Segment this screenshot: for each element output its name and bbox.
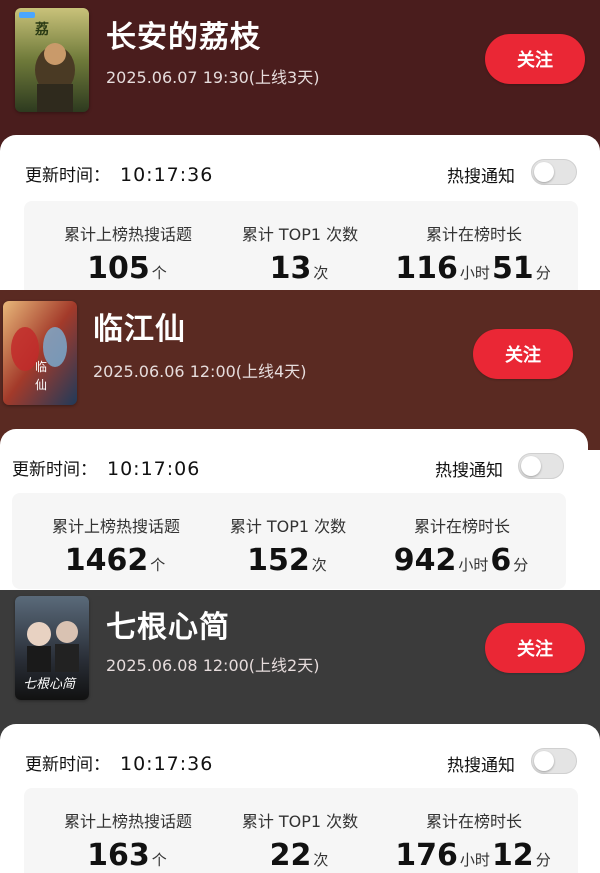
stat-topics: 累计上榜热搜话题 105 个 [38,201,218,286]
update-label: 更新时间： [25,755,110,775]
stat-label: 累计在榜时长 [425,225,522,244]
hot-search-notify-label: 热搜通知 [435,461,503,481]
poster-image[interactable]: 荔 [15,8,89,112]
update-time: 更新时间： 10:17:06 [12,455,200,480]
stats-box: 累计上榜热搜话题 105 个 累计 TOP1 次数 13 次 累计在榜时长 116 小… [24,201,578,290]
card-header: 临 仙 临江仙 2025.06.06 12:00(上线4天) 关注 [0,290,600,450]
toggle-knob [521,456,541,476]
toggle-knob [534,162,554,182]
stat-minutes-unit: 分 [513,556,529,574]
stats-box: 累计上榜热搜话题 1462 个 累计 TOP1 次数 152 次 累计在榜时长 94… [12,493,566,589]
follow-button[interactable]: 关注 [485,623,585,673]
stat-label: 累计上榜热搜话题 [63,225,192,244]
poster-art: 临 仙 [3,301,77,405]
follow-button[interactable]: 关注 [473,329,573,379]
update-time: 更新时间： 10:17:36 [25,161,213,186]
toggle-knob [534,751,554,771]
stat-label: 累计 TOP1 次数 [241,812,359,831]
stat-minutes-unit: 分 [535,851,551,869]
poster-image[interactable]: 七根心简 [15,596,89,700]
stat-hours: 942 [393,543,457,578]
stat-unit: 次 [311,556,327,574]
poster-art: 七根心简 [15,596,89,700]
stat-value: 13 [269,251,312,286]
stat-hours-unit: 小时 [459,851,490,869]
stat-top1: 累计 TOP1 次数 13 次 [210,201,390,286]
stats-box: 累计上榜热搜话题 163 个 累计 TOP1 次数 22 次 累计在榜时长 176 小… [24,788,578,873]
stat-value: 152 [247,543,310,578]
hot-search-notify-toggle[interactable] [531,748,577,774]
stat-minutes: 12 [491,838,534,873]
release-date: 2025.06.07 19:30(上线3天) [106,68,320,87]
update-label: 更新时间： [12,460,97,480]
drama-title: 长安的荔枝 [106,20,261,55]
drama-card-2: 临 仙 临江仙 2025.06.06 12:00(上线4天) 关注 更新时间： 1… [0,290,600,590]
stat-label: 累计上榜热搜话题 [51,517,180,536]
hot-search-notify-label: 热搜通知 [447,756,515,776]
poster-image[interactable]: 临 仙 [3,301,77,405]
follow-button[interactable]: 关注 [485,34,585,84]
stat-label: 累计在榜时长 [425,812,522,831]
stat-hours-unit: 小时 [458,556,489,574]
stat-label: 累计 TOP1 次数 [241,225,359,244]
update-time-value: 10:17:36 [120,164,214,186]
poster-art: 荔 [15,8,89,112]
stat-value: 163 [87,838,150,873]
stat-label: 累计 TOP1 次数 [229,517,347,536]
stat-unit: 个 [151,851,167,869]
drama-title: 临江仙 [93,312,186,347]
stat-minutes-unit: 分 [535,264,551,282]
drama-title: 七根心简 [106,610,230,645]
stats-panel: 更新时间： 10:17:36 热搜通知 累计上榜热搜话题 163 个 累计 TOP1… [0,724,600,873]
stat-duration: 累计在榜时长 942 小时6 分 [372,493,552,578]
stat-value: 105 [87,251,150,286]
stats-panel: 更新时间： 10:17:36 热搜通知 累计上榜热搜话题 105 个 累计 TOP1… [0,135,600,290]
stat-unit: 个 [150,556,166,574]
stat-minutes: 6 [490,543,512,578]
hot-search-notify-label: 热搜通知 [447,167,515,187]
stats-panel: 更新时间： 10:17:06 热搜通知 累计上榜热搜话题 1462 个 累计 TOP… [0,429,588,590]
drama-card-1: 荔 长安的荔枝 2025.06.07 19:30(上线3天) 关注 更新时间： 1… [0,0,600,290]
stat-unit: 个 [151,264,167,282]
update-label: 更新时间： [25,166,110,186]
stat-topics: 累计上榜热搜话题 163 个 [38,788,218,873]
update-time-value: 10:17:06 [107,458,201,480]
stat-hours: 176 [395,838,458,873]
stat-unit: 次 [313,264,329,282]
stat-label: 累计在榜时长 [413,517,510,536]
stat-label: 累计上榜热搜话题 [63,812,192,831]
stat-hours: 116 [395,251,458,286]
stat-duration: 累计在榜时长 116 小时51 分 [384,201,564,286]
release-date: 2025.06.08 12:00(上线2天) [106,656,320,675]
svg-text:荔: 荔 [34,21,49,38]
stat-minutes: 51 [491,251,534,286]
stat-value: 22 [269,838,312,873]
stat-topics: 累计上榜热搜话题 1462 个 [26,493,206,578]
drama-card-3: 七根心简 七根心简 2025.06.08 12:00(上线2天) 关注 更新时间… [0,590,600,873]
svg-text:仙: 仙 [35,378,47,392]
stat-top1: 累计 TOP1 次数 152 次 [198,493,378,578]
stat-top1: 累计 TOP1 次数 22 次 [210,788,390,873]
stat-duration: 累计在榜时长 176 小时12 分 [384,788,564,873]
stat-unit: 次 [313,851,329,869]
hot-search-notify-toggle[interactable] [531,159,577,185]
update-time: 更新时间： 10:17:36 [25,750,213,775]
hot-search-notify-toggle[interactable] [518,453,564,479]
stat-value: 1462 [64,543,149,578]
update-time-value: 10:17:36 [120,753,214,775]
stat-hours-unit: 小时 [459,264,490,282]
svg-text:七根心简: 七根心简 [23,677,77,692]
svg-text:临: 临 [35,360,47,374]
release-date: 2025.06.06 12:00(上线4天) [93,362,307,381]
